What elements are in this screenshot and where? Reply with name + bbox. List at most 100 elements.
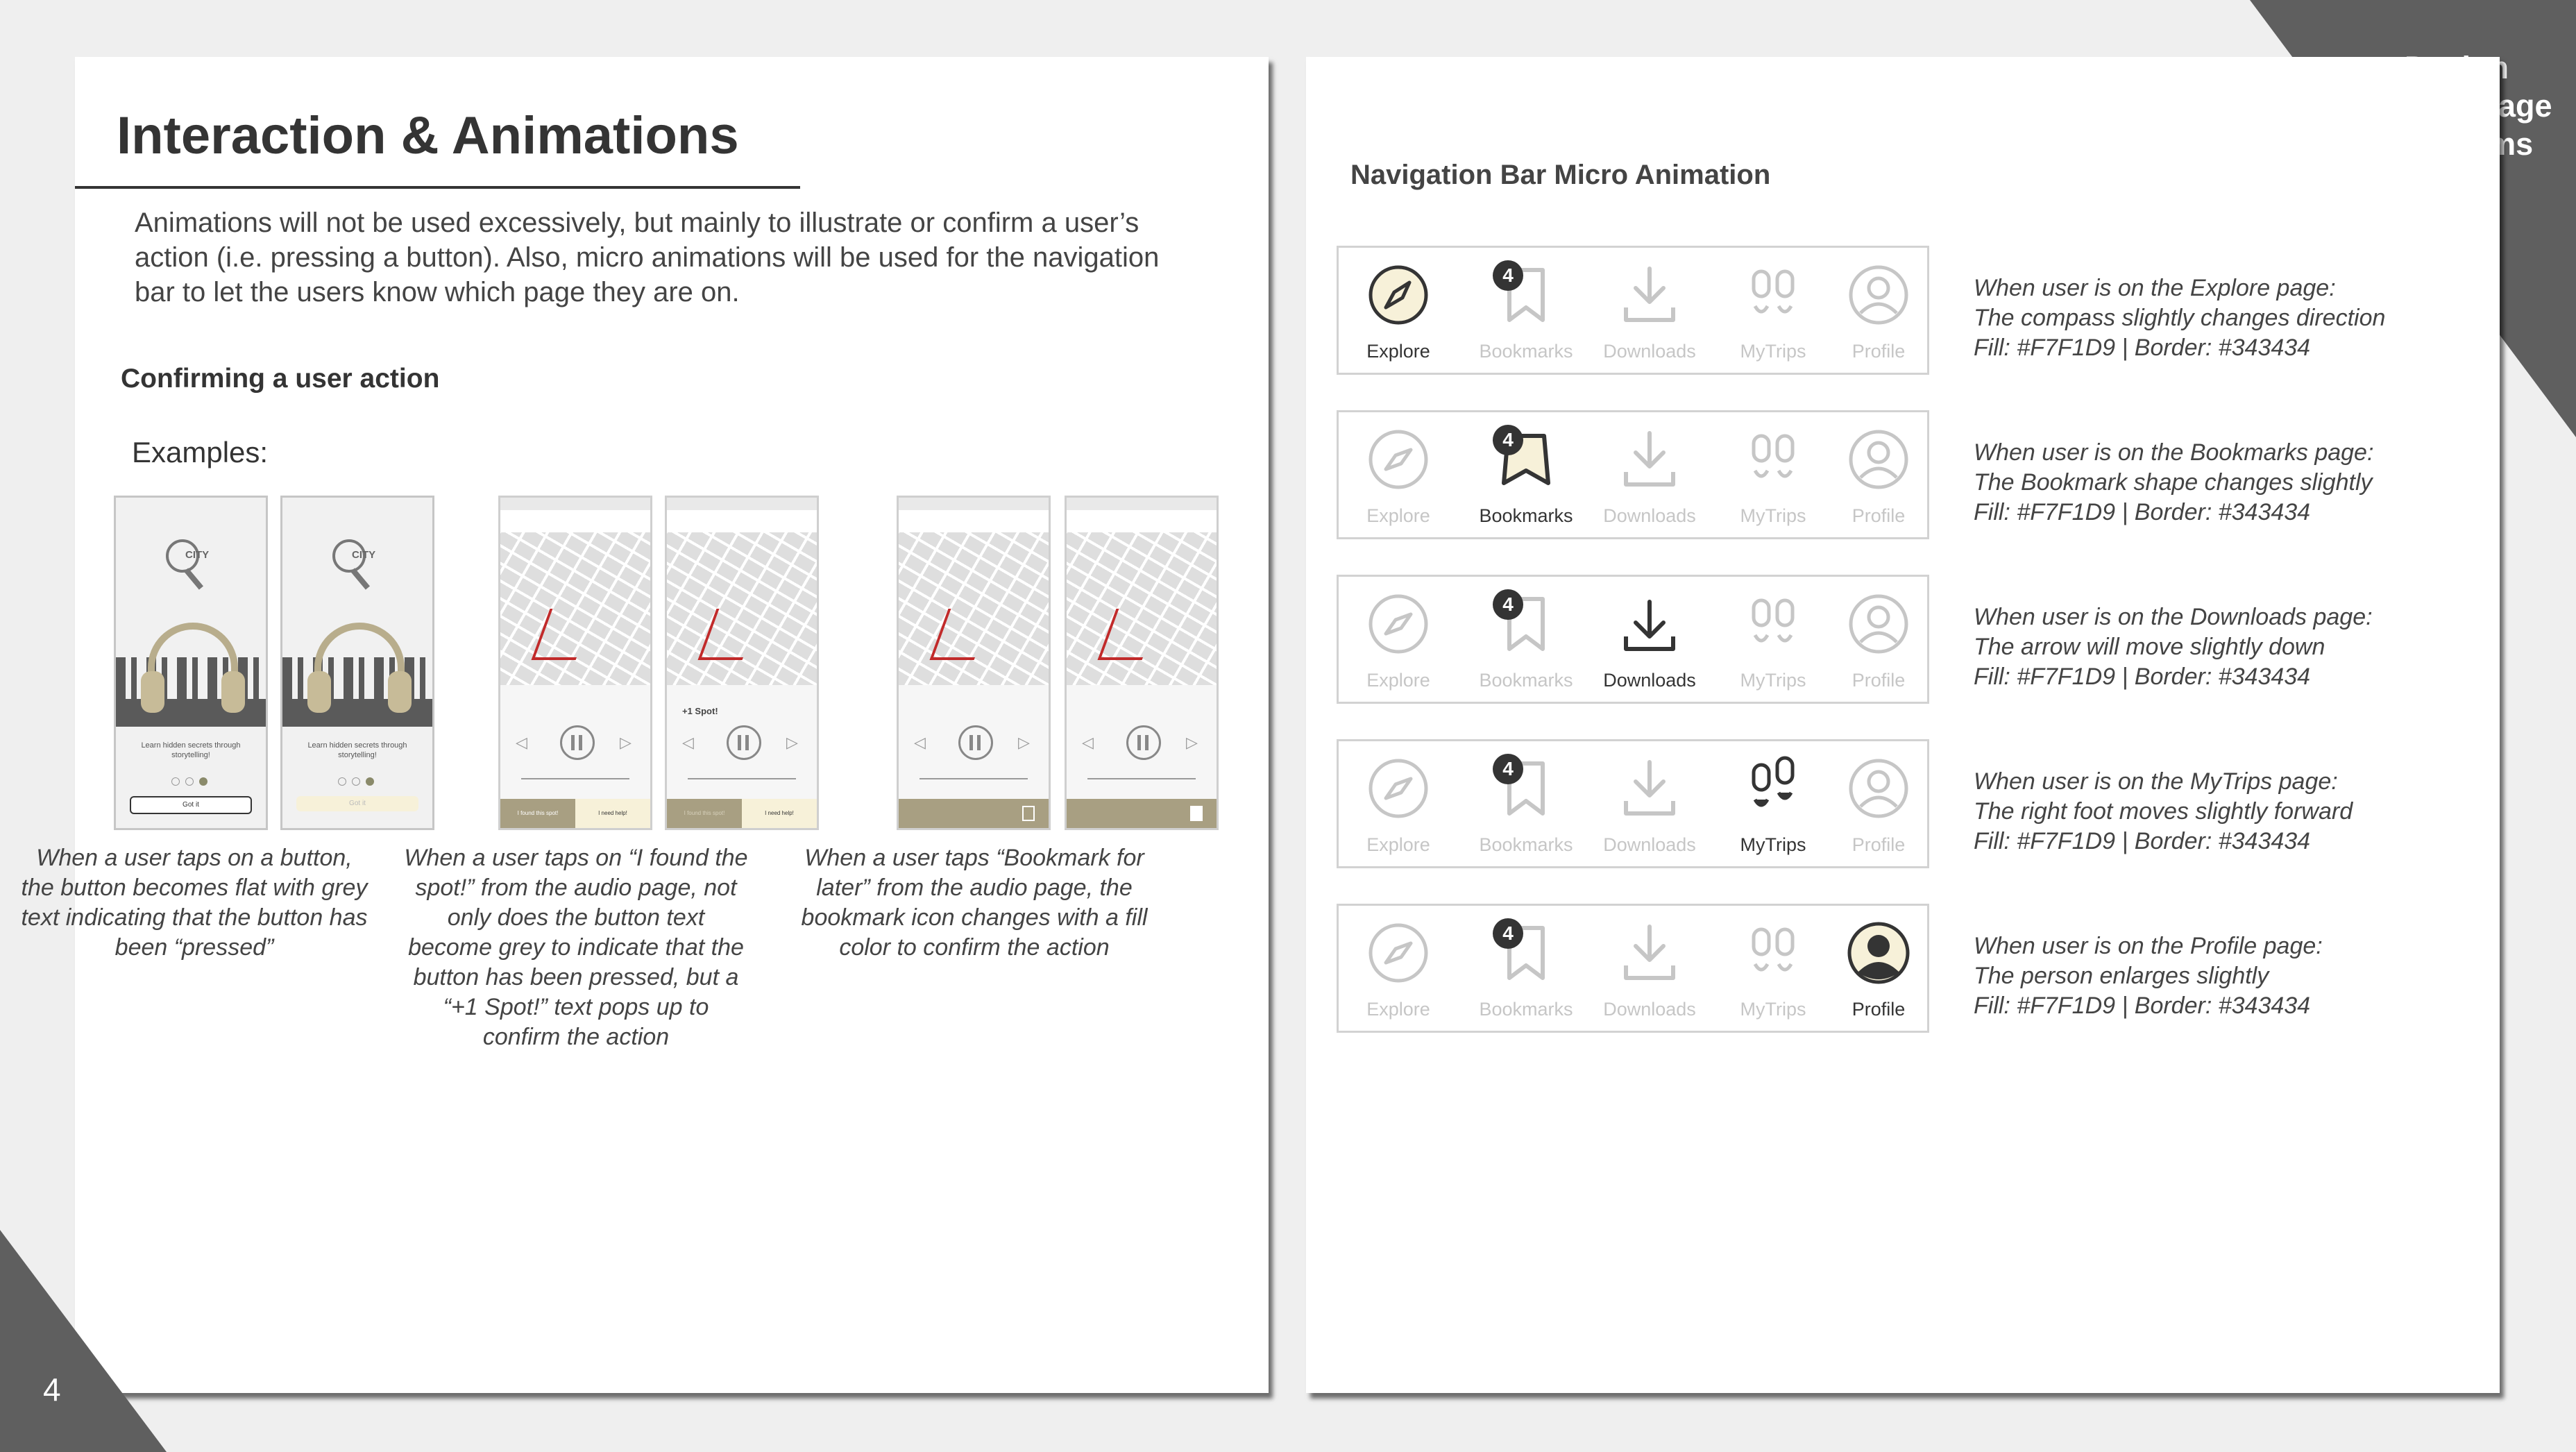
download-icon: [1616, 591, 1683, 657]
footprints-icon: [1740, 920, 1806, 986]
nav-label: MyTrips: [1740, 505, 1806, 526]
need-help-button[interactable]: I need help!: [575, 799, 650, 828]
audio-header: [1067, 510, 1217, 532]
person-icon: [1845, 262, 1912, 328]
audio-screen-before: ◁ ▷ I found this spot! I need help!: [498, 496, 652, 830]
nav-description-profile: When user is on the Profile page: The per…: [1974, 931, 2418, 1021]
got-it-button-pressed[interactable]: Got it: [296, 796, 418, 811]
nav-item-downloads[interactable]: Downloads: [1594, 906, 1705, 1035]
footprints-icon: [1740, 262, 1806, 328]
nav-item-explore[interactable]: Explore: [1343, 412, 1454, 541]
next-icon[interactable]: ▷: [786, 734, 798, 752]
nav-item-downloads[interactable]: Downloads: [1594, 577, 1705, 706]
compass-icon: [1365, 920, 1432, 986]
nav-label: Explore: [1366, 341, 1430, 362]
description-line: When user is on the Downloads page:: [1974, 604, 2373, 630]
nav-item-bookmarks[interactable]: 4 Bookmarks: [1471, 741, 1582, 870]
nav-item-mytrips[interactable]: MyTrips: [1718, 577, 1829, 706]
audio-progress[interactable]: [688, 778, 796, 779]
nav-item-profile[interactable]: Profile: [1823, 741, 1934, 870]
previous-icon[interactable]: ◁: [682, 734, 694, 752]
nav-item-bookmarks[interactable]: 4 Bookmarks: [1471, 248, 1582, 377]
nav-label: MyTrips: [1740, 341, 1806, 362]
nav-item-profile[interactable]: Profile: [1823, 248, 1934, 377]
nav-label: Profile: [1852, 670, 1906, 691]
previous-icon[interactable]: ◁: [914, 734, 926, 752]
compass-icon: [1365, 755, 1432, 822]
audio-footer: I found this spot! I need help!: [500, 799, 650, 828]
bookmark-filled-icon[interactable]: [1190, 806, 1203, 821]
nav-item-bookmarks[interactable]: 4 Bookmarks: [1471, 906, 1582, 1035]
corner-triangle-bottom-left: [0, 1230, 167, 1452]
nav-item-mytrips[interactable]: MyTrips: [1718, 412, 1829, 541]
description-line: Fill: #F7F1D9 | Border: #343434: [1974, 499, 2311, 525]
nav-item-mytrips[interactable]: MyTrips: [1718, 248, 1829, 377]
nav-item-explore[interactable]: Explore: [1343, 741, 1454, 870]
earcup-right: [221, 671, 245, 713]
pause-icon[interactable]: [1126, 725, 1161, 760]
bookmark-screen-before: ◁ ▷: [897, 496, 1051, 830]
status-bar: [121, 502, 260, 509]
got-it-button[interactable]: Got it: [130, 796, 252, 814]
footprints-icon: [1740, 591, 1806, 657]
audio-player: ◁ ▷: [1067, 685, 1217, 803]
page-dots: [338, 777, 387, 786]
status-bar: [288, 502, 427, 509]
pause-icon[interactable]: [727, 725, 761, 760]
nav-label: Profile: [1852, 505, 1906, 526]
pause-icon[interactable]: [958, 725, 993, 760]
nav-item-mytrips[interactable]: MyTrips: [1718, 741, 1829, 870]
nav-item-mytrips[interactable]: MyTrips: [1718, 906, 1829, 1035]
nav-label: MyTrips: [1740, 670, 1806, 691]
nav-item-profile[interactable]: Profile: [1823, 906, 1934, 1035]
found-spot-button[interactable]: I found this spot!: [500, 799, 575, 828]
audio-footer: [899, 799, 1049, 828]
audio-progress[interactable]: [920, 778, 1028, 779]
next-icon[interactable]: ▷: [1018, 734, 1030, 752]
map-view[interactable]: [500, 532, 650, 685]
bookmark-outline-icon[interactable]: [1022, 806, 1035, 821]
audio-progress[interactable]: [521, 778, 629, 779]
nav-item-profile[interactable]: Profile: [1823, 577, 1934, 706]
nav-label: Explore: [1366, 670, 1430, 691]
footprints-icon: [1740, 426, 1806, 493]
download-icon: [1616, 920, 1683, 986]
bookmark-screen-after: ◁ ▷: [1065, 496, 1219, 830]
map-view[interactable]: [1067, 532, 1217, 685]
nav-label: Explore: [1366, 505, 1430, 526]
nav-item-explore[interactable]: Explore: [1343, 906, 1454, 1035]
description-line: Fill: #F7F1D9 | Border: #343434: [1974, 664, 2311, 690]
bookmark-count-badge: 4: [1493, 918, 1523, 949]
nav-label: Explore: [1366, 999, 1430, 1020]
found-spot-button-pressed[interactable]: I found this spot!: [667, 799, 742, 828]
nav-label: Bookmarks: [1479, 505, 1573, 526]
previous-icon[interactable]: ◁: [516, 734, 527, 752]
caption-button-press: When a user taps on a button, the button…: [21, 845, 368, 961]
nav-item-bookmarks[interactable]: 4 Bookmarks: [1471, 577, 1582, 706]
right-page: Navigation Bar Micro Animation Explore 4 B…: [1306, 57, 2500, 1393]
nav-bar-row-downloads: Explore 4 Bookmarks Downloads MyTrips Profile: [1337, 575, 1929, 704]
nav-item-explore[interactable]: Explore: [1343, 248, 1454, 377]
map-view[interactable]: [899, 532, 1049, 685]
nav-label: Bookmarks: [1479, 999, 1573, 1020]
previous-icon[interactable]: ◁: [1082, 734, 1094, 752]
audio-player: ◁ ▷: [500, 685, 650, 803]
pause-icon[interactable]: [560, 725, 595, 760]
map-view[interactable]: [667, 532, 817, 685]
nav-item-profile[interactable]: Profile: [1823, 412, 1934, 541]
audio-progress[interactable]: [1087, 778, 1196, 779]
nav-item-downloads[interactable]: Downloads: [1594, 741, 1705, 870]
description-line: When user is on the Profile page:: [1974, 933, 2323, 959]
audio-player: ◁ ▷: [667, 685, 817, 803]
need-help-button[interactable]: I need help!: [742, 799, 817, 828]
next-icon[interactable]: ▷: [1186, 734, 1198, 752]
nav-item-explore[interactable]: Explore: [1343, 577, 1454, 706]
earcup-left: [307, 671, 331, 713]
nav-bar-row-mytrips: Explore 4 Bookmarks Downloads MyTrips Profile: [1337, 739, 1929, 868]
caption-found-spot: When a user taps on “I found the spot!” …: [404, 845, 748, 1050]
next-icon[interactable]: ▷: [620, 734, 632, 752]
download-icon: [1616, 755, 1683, 822]
nav-item-downloads[interactable]: Downloads: [1594, 248, 1705, 377]
nav-item-bookmarks[interactable]: 4 Bookmarks: [1471, 412, 1582, 541]
nav-item-downloads[interactable]: Downloads: [1594, 412, 1705, 541]
